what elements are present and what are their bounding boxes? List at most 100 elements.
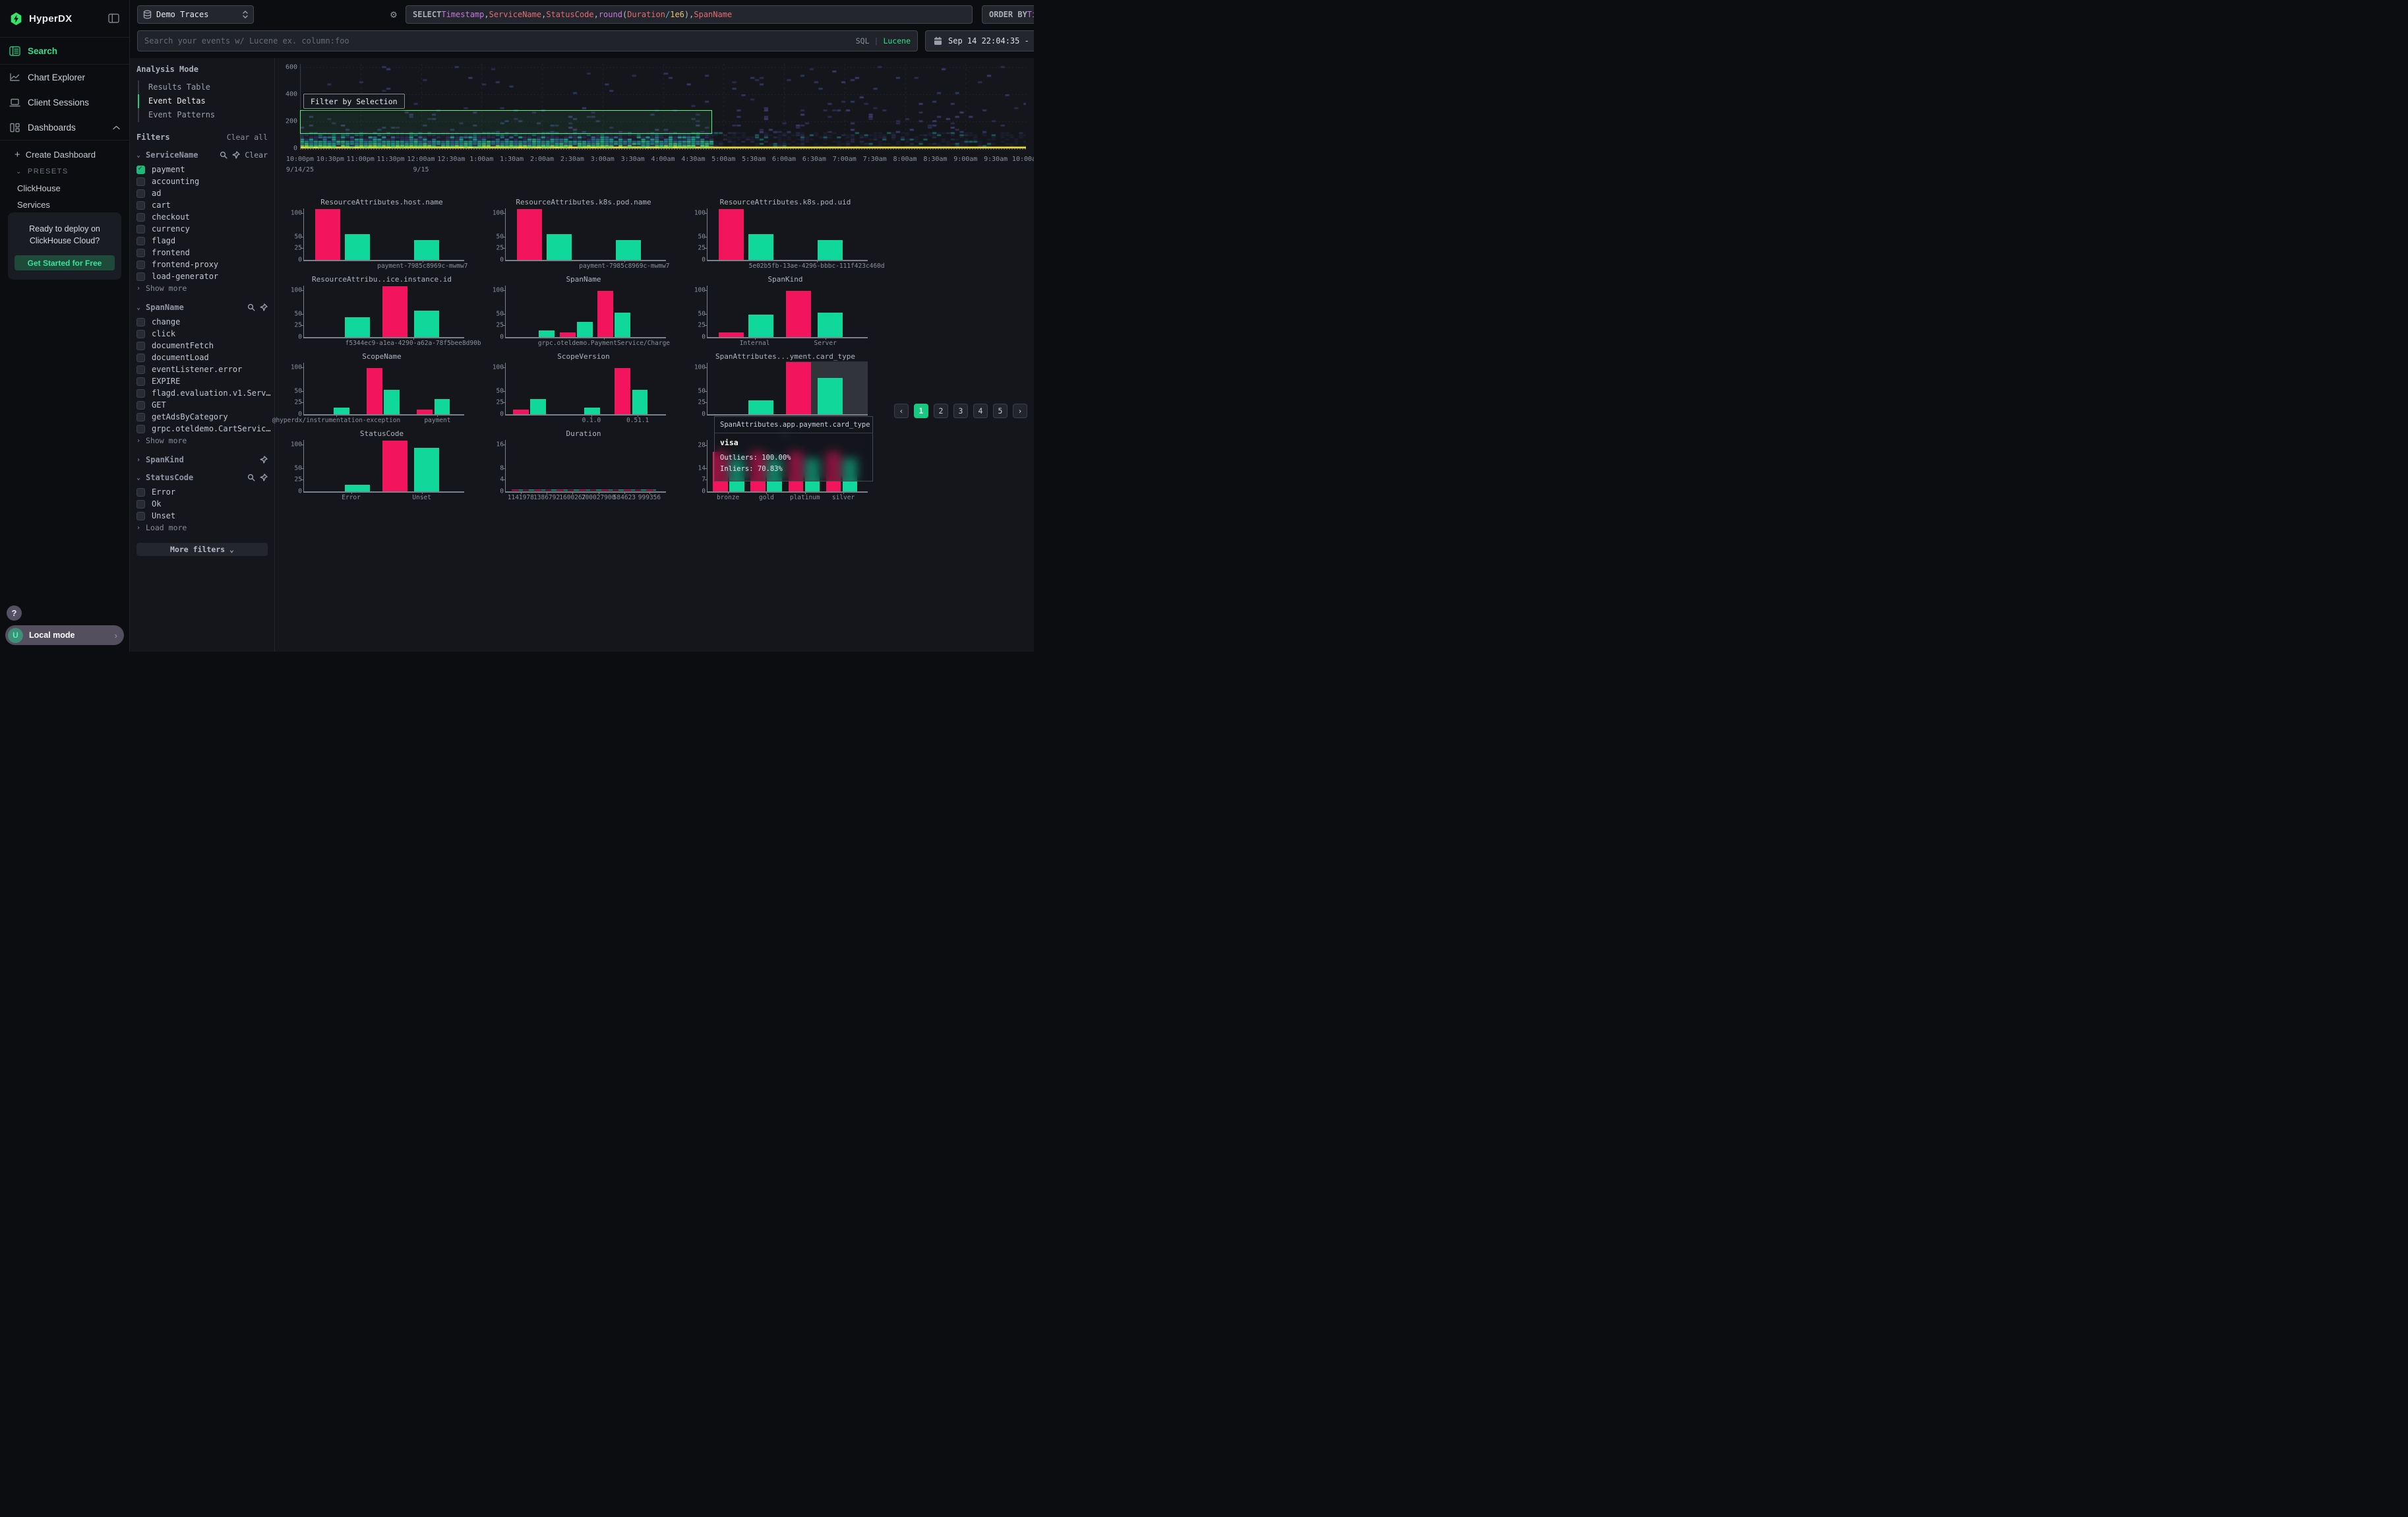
chart-bar-outliers[interactable] (615, 368, 630, 414)
filter-load-more-button[interactable]: ›Load more (136, 522, 268, 534)
filter-group-header-spanname[interactable]: ⌄SpanName (136, 303, 268, 312)
chart-bar-inliers[interactable] (384, 390, 400, 414)
filter-checkbox[interactable] (136, 213, 145, 222)
pagination-page-5[interactable]: 5 (993, 404, 1008, 418)
chart-bar-inliers[interactable] (345, 234, 370, 260)
filter-checkbox[interactable] (136, 389, 145, 398)
sidebar-item-client-sessions[interactable]: Client Sessions (0, 90, 129, 115)
pagination-prev-button[interactable]: ‹ (894, 404, 909, 418)
sidebar-preset-services[interactable]: Services (0, 197, 129, 213)
analysis-mode-option-event-patterns[interactable]: Event Patterns (138, 108, 268, 122)
filter-checkbox[interactable] (136, 318, 145, 326)
chart-plot-area[interactable] (707, 286, 864, 337)
sql-select-editor[interactable]: SELECT Timestamp, ServiceName, StatusCod… (406, 5, 973, 24)
chart-plot-area[interactable] (505, 440, 662, 491)
filter-checkbox[interactable] (136, 225, 145, 233)
filter-item-load-generator[interactable]: load-generator (136, 270, 268, 282)
get-started-button[interactable]: Get Started for Free (15, 255, 115, 270)
chart-bar-inliers[interactable] (818, 313, 843, 337)
chart-bar-inliers[interactable] (345, 317, 370, 337)
events-heatmap[interactable] (300, 64, 1026, 148)
filter-item-cart[interactable]: cart (136, 199, 268, 211)
filter-item-payment[interactable]: payment (136, 164, 268, 175)
chart-bar-inliers[interactable] (547, 234, 572, 260)
search-icon[interactable] (247, 474, 255, 481)
source-select[interactable]: Demo Traces (137, 5, 254, 24)
chart-bar-outliers[interactable] (315, 209, 340, 260)
filter-item-frontend[interactable]: frontend (136, 247, 268, 259)
filter-checkbox[interactable] (136, 330, 145, 338)
filter-checkbox[interactable] (136, 488, 145, 497)
filter-checkbox[interactable] (136, 500, 145, 509)
chart-plot-area[interactable] (707, 363, 864, 414)
chart-bar-outliers[interactable] (786, 362, 811, 414)
chart-plot-area[interactable] (303, 208, 460, 260)
filter-item-documentfetch[interactable]: documentFetch (136, 340, 268, 352)
chart-bar-inliers[interactable] (818, 378, 843, 414)
chart-bar-outliers[interactable] (513, 410, 529, 414)
filter-item-get[interactable]: GET (136, 399, 268, 411)
filter-item-error[interactable]: Error (136, 486, 268, 498)
filter-checkbox[interactable] (136, 201, 145, 210)
sidebar-item-search[interactable]: Search (0, 38, 129, 64)
chart-bar-inliers[interactable] (414, 448, 439, 491)
analysis-mode-option-results-table[interactable]: Results Table (138, 80, 268, 94)
pagination-next-button[interactable]: › (1013, 404, 1027, 418)
presets-toggle[interactable]: ⌄ PRESETS (0, 163, 129, 180)
filter-item-currency[interactable]: currency (136, 223, 268, 235)
filter-checkbox[interactable] (136, 377, 145, 386)
chart-bar-inliers[interactable] (748, 315, 773, 337)
pin-icon[interactable] (232, 151, 240, 159)
filter-item-checkout[interactable]: checkout (136, 211, 268, 223)
filter-checkbox[interactable] (136, 189, 145, 198)
chart-bar-inliers[interactable] (334, 408, 349, 414)
chart-bar-inliers[interactable] (615, 313, 630, 337)
help-button[interactable]: ? (7, 605, 22, 621)
chart-bar-inliers[interactable] (632, 390, 648, 414)
chart-bar-inliers[interactable] (748, 400, 773, 414)
chart-bar-outliers[interactable] (786, 291, 811, 337)
chart-bar-outliers[interactable] (382, 286, 407, 337)
chart-bar-outliers[interactable] (560, 332, 576, 337)
chart-plot-area[interactable] (303, 363, 460, 414)
gear-icon[interactable]: ⚙ (388, 9, 400, 20)
chart-bar-outliers[interactable] (517, 209, 542, 260)
chart-bar-inliers[interactable] (584, 408, 600, 414)
filter-item-unset[interactable]: Unset (136, 510, 268, 522)
filter-item-click[interactable]: click (136, 328, 268, 340)
chart-bar-outliers[interactable] (367, 368, 382, 414)
filter-item-frontend-proxy[interactable]: frontend-proxy (136, 259, 268, 270)
chart-plot-area[interactable] (303, 286, 460, 337)
lang-sql-button[interactable]: SQL (856, 36, 870, 46)
chart-bar-inliers[interactable] (748, 234, 773, 260)
search-icon[interactable] (220, 151, 227, 159)
filter-checkbox[interactable] (136, 261, 145, 269)
filter-item-grpc-oteldemo-cartservic-[interactable]: grpc.oteldemo.CartServic… (136, 423, 268, 435)
chart-plot-area[interactable] (505, 208, 662, 260)
pagination-page-3[interactable]: 3 (953, 404, 968, 418)
chart-bar-inliers[interactable] (577, 322, 593, 337)
filter-checkbox[interactable] (136, 401, 145, 410)
pin-icon[interactable] (260, 303, 268, 311)
filter-show-more-button[interactable]: ›Show more (136, 282, 268, 294)
sidebar-item-dashboards[interactable]: Dashboards (0, 115, 129, 140)
analysis-mode-option-event-deltas[interactable]: Event Deltas (138, 94, 268, 108)
chart-bar-outliers[interactable] (417, 410, 433, 414)
filter-group-header-servicename[interactable]: ⌄ServiceNameClear (136, 150, 268, 160)
chart-plot-area[interactable] (505, 286, 662, 337)
chart-bar-outliers[interactable] (597, 291, 613, 337)
filter-checkbox[interactable] (136, 354, 145, 362)
filter-item-ok[interactable]: Ok (136, 498, 268, 510)
filter-checkbox[interactable] (136, 512, 145, 520)
filter-item-accounting[interactable]: accounting (136, 175, 268, 187)
pin-icon[interactable] (260, 456, 268, 464)
pagination-page-1[interactable]: 1 (914, 404, 928, 418)
filter-group-header-statuscode[interactable]: ⌄StatusCode (136, 473, 268, 482)
chart-bar-outliers[interactable] (719, 209, 744, 260)
chart-bar-inliers[interactable] (435, 399, 450, 414)
chart-bar-inliers[interactable] (414, 311, 439, 337)
chart-bar-outliers[interactable] (719, 332, 744, 337)
chart-bar-inliers[interactable] (414, 240, 439, 260)
filter-checkbox[interactable] (136, 365, 145, 374)
chart-bar-inliers[interactable] (345, 485, 370, 491)
